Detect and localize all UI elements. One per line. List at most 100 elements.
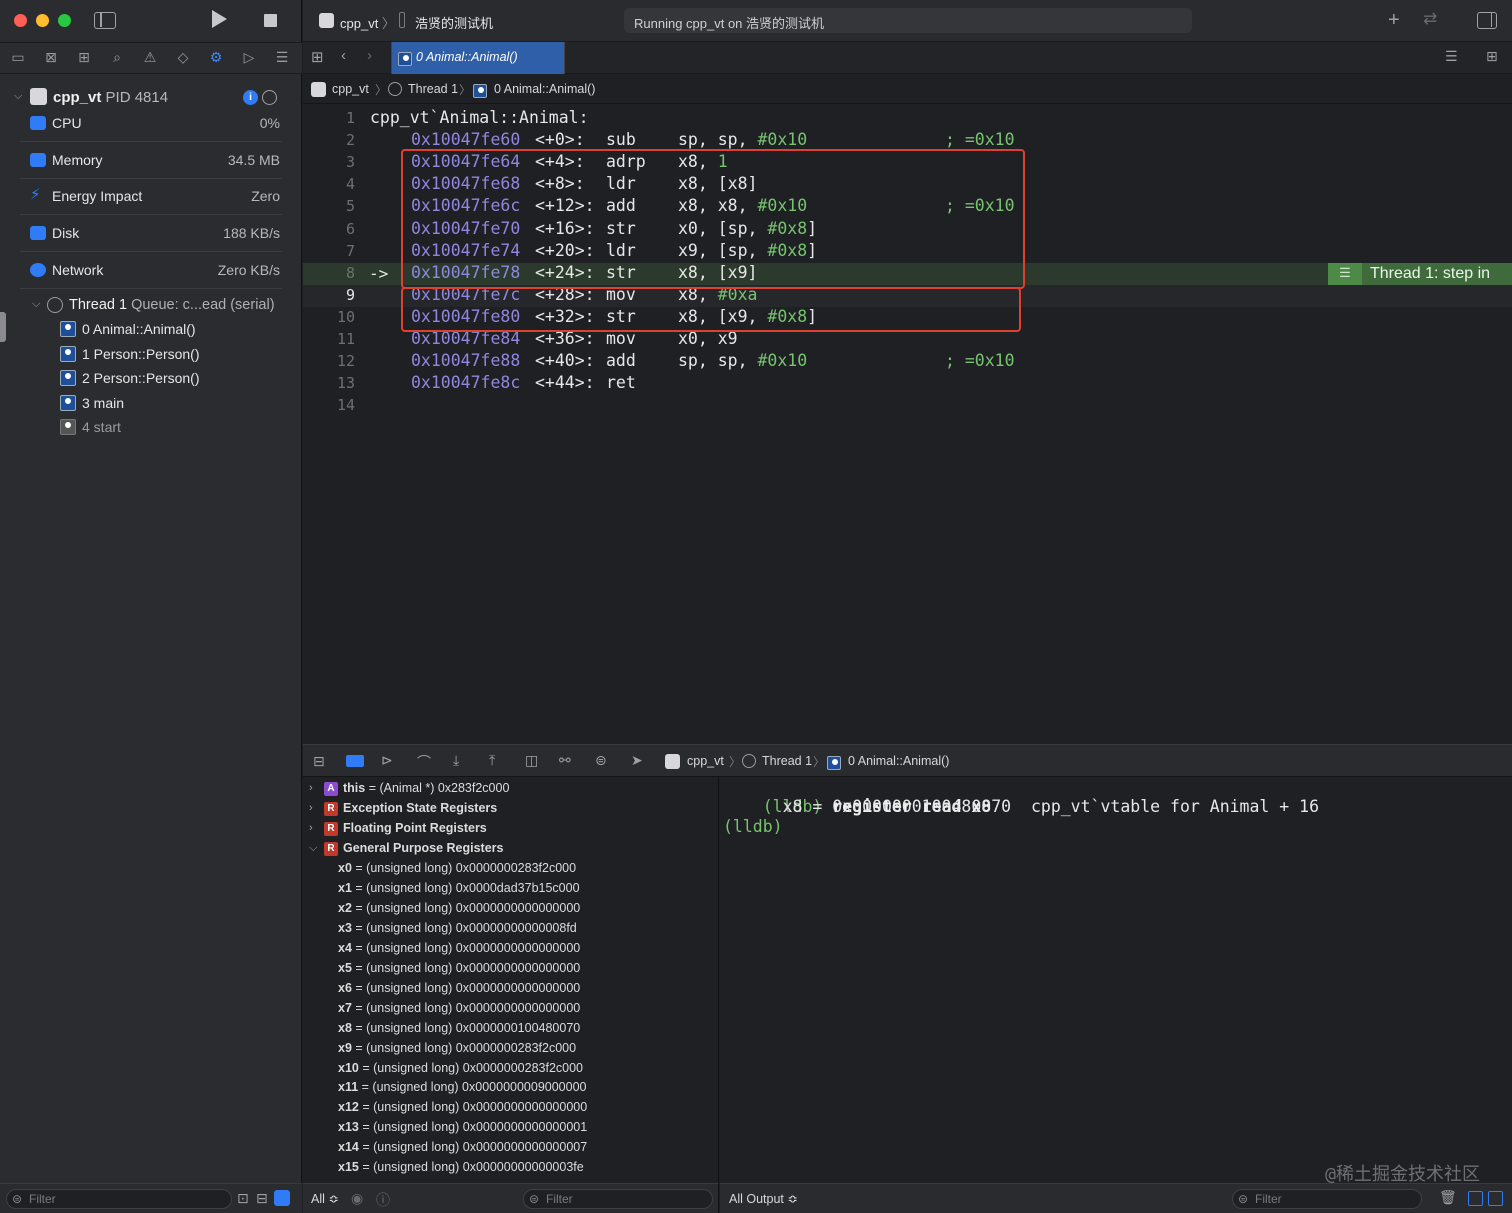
sidebar-filter-input[interactable]: ⊜ Filter [6, 1189, 232, 1209]
thread-step-badge[interactable]: ☰ Thread 1: step in [1328, 263, 1512, 285]
info-icon[interactable]: ⓘ [376, 1190, 390, 1210]
line-number[interactable]: 9 [303, 284, 355, 306]
register-row[interactable]: x14 = (unsigned long) 0x0000000000000007 [303, 1137, 719, 1157]
step-over-icon[interactable]: ⌒ [417, 752, 431, 772]
scheme-selector[interactable]: cpp_vt 〉 [340, 13, 395, 32]
breakpoint-icon[interactable]: ▷ [239, 49, 259, 66]
register-row[interactable]: x1 = (unsigned long) 0x0000dad37b15c000 [303, 878, 719, 898]
jump-item-project[interactable]: cpp_vt [332, 82, 369, 96]
register-row[interactable]: x15 = (unsigned long) 0x00000000000003fe [303, 1157, 719, 1177]
disclosure-open-icon[interactable]: ⌵ [14, 90, 22, 103]
tab-animal-animal[interactable]: 0 Animal::Animal() [391, 42, 565, 74]
report-icon[interactable]: ☰ [272, 49, 292, 66]
register-row[interactable]: x4 = (unsigned long) 0x0000000000000000 [303, 938, 719, 958]
interesting-frames-icon[interactable]: ⊟ [256, 1190, 268, 1207]
line-number[interactable]: 6 [303, 218, 355, 240]
stack-frame-row[interactable]: 2 Person::Person() [60, 370, 200, 394]
line-number[interactable]: 4 [303, 173, 355, 195]
line-number[interactable]: 3 [303, 151, 355, 173]
code-line[interactable]: 12 0x10047fe88 <+40>: add sp, sp, #0x10 ; =0x… [303, 350, 1512, 372]
search-icon[interactable]: ⌕ [107, 49, 127, 66]
variables-scope-selector[interactable]: All ≎ [311, 1191, 339, 1206]
gauge-disk[interactable]: Disk 188 KB/s [20, 216, 282, 253]
split-editor-icon[interactable]: ⊞ [1486, 48, 1498, 65]
symbol-icon[interactable]: ⊞ [74, 49, 94, 66]
register-row[interactable]: x0 = (unsigned long) 0x0000000283f2c000 [303, 858, 719, 878]
continue-icon[interactable]: ⊳ [381, 752, 393, 769]
run-icon[interactable] [212, 10, 227, 28]
environment-overrides-icon[interactable]: ⊜ [595, 752, 607, 769]
breakpoints-toggle-icon[interactable] [346, 755, 364, 767]
disclosure-closed-icon[interactable]: › [309, 778, 313, 798]
close-window-button[interactable] [14, 14, 27, 27]
stop-icon[interactable] [264, 14, 277, 27]
debug-navigator-icon[interactable]: ⚙ [206, 49, 226, 66]
forward-icon[interactable]: › [367, 47, 372, 64]
variables-filter-input[interactable]: ⊜ Filter [523, 1189, 713, 1209]
thread-row[interactable]: Thread 1 Queue: c...ead (serial) [69, 297, 275, 313]
minimize-window-button[interactable] [36, 14, 49, 27]
register-row[interactable]: x9 = (unsigned long) 0x0000000283f2c000 [303, 1038, 719, 1058]
swap-icon[interactable]: ⇄ [1423, 9, 1437, 29]
line-number[interactable]: 13 [303, 372, 355, 394]
back-icon[interactable]: ‹ [341, 47, 346, 64]
console-filter-input[interactable]: ⊜ Filter [1232, 1189, 1422, 1209]
register-row[interactable]: x2 = (unsigned long) 0x0000000000000000 [303, 898, 719, 918]
code-line[interactable]: 14 [303, 394, 1512, 416]
editor-options-icon[interactable]: ☰ [1445, 48, 1458, 65]
quick-look-icon[interactable]: ◉ [351, 1190, 363, 1207]
line-number[interactable]: 10 [303, 306, 355, 328]
register-row[interactable]: x10 = (unsigned long) 0x0000000283f2c000 [303, 1058, 719, 1078]
line-number[interactable]: 1 [303, 107, 355, 129]
debug-jump-thread[interactable]: Thread 1 [762, 754, 812, 768]
stack-frame-row[interactable]: 0 Animal::Animal() [60, 321, 196, 345]
line-number[interactable]: 5 [303, 195, 355, 217]
line-number[interactable]: 12 [303, 350, 355, 372]
code-line[interactable]: 13 0x10047fe8c <+44>: ret [303, 372, 1512, 394]
user-frames-icon[interactable] [274, 1190, 290, 1206]
hide-debug-area-icon[interactable]: ⊟ [313, 753, 325, 770]
trash-icon[interactable]: 🗑 [1439, 1189, 1457, 1206]
variable-row[interactable]: › Athis = (Animal *) 0x283f2c000 [303, 778, 719, 798]
code-line[interactable]: 1 cpp_vt`Animal::Animal: [303, 107, 1512, 129]
source-control-icon[interactable]: ⊠ [41, 49, 61, 66]
jump-item-thread[interactable]: Thread 1 [408, 82, 458, 96]
disclosure-closed-icon[interactable]: › [309, 798, 313, 818]
step-into-icon[interactable]: ⤓ [453, 752, 459, 769]
test-icon[interactable]: ◇ [173, 49, 193, 66]
view-hierarchy-icon[interactable]: ◫ [525, 752, 538, 769]
show-variables-icon[interactable] [1468, 1191, 1483, 1206]
gauge-cpu[interactable]: CPU 0% [20, 106, 282, 142]
add-icon[interactable]: + [1388, 9, 1400, 32]
stack-frame-row[interactable]: 3 main [60, 394, 124, 419]
thread-disclosure-icon[interactable]: ⌵ [32, 298, 40, 311]
gauge-memory[interactable]: Memory 34.5 MB [20, 143, 282, 179]
simulate-location-icon[interactable]: ➤ [631, 752, 643, 769]
info-icon[interactable]: i [243, 90, 258, 105]
toggle-inspector-icon[interactable] [1477, 12, 1497, 29]
memory-graph-icon[interactable]: ⚯ [559, 752, 571, 769]
register-row[interactable]: x3 = (unsigned long) 0x00000000000008fd [303, 918, 719, 938]
zoom-window-button[interactable] [58, 14, 71, 27]
stack-frame-row[interactable]: 1 Person::Person() [60, 345, 200, 370]
variable-row[interactable]: › R Exception State Registers [303, 798, 719, 818]
show-console-icon[interactable] [1488, 1191, 1503, 1206]
disclosure-closed-icon[interactable]: › [309, 818, 313, 838]
register-row[interactable]: x7 = (unsigned long) 0x0000000000000000 [303, 998, 719, 1018]
disassembly-editor[interactable]: 1 cpp_vt`Animal::Animal: 2 0x10047fe60 <+0>:… [303, 104, 1512, 744]
disclosure-open-icon[interactable]: ⌵ [309, 838, 317, 858]
stack-frame-row[interactable]: 4 start [60, 419, 121, 443]
register-row[interactable]: x5 = (unsigned long) 0x0000000000000000 [303, 958, 719, 978]
toggle-navigator-icon[interactable] [94, 12, 116, 29]
process-row[interactable]: cpp_vt PID 4814 [53, 89, 168, 106]
line-number[interactable]: 11 [303, 328, 355, 350]
crashed-threads-icon[interactable]: ⊡ [237, 1190, 249, 1207]
line-number[interactable]: 7 [303, 240, 355, 262]
issue-icon[interactable]: ⚠ [140, 49, 160, 66]
register-row[interactable]: x13 = (unsigned long) 0x0000000000000001 [303, 1117, 719, 1137]
variable-row[interactable]: › R Floating Point Registers [303, 818, 719, 838]
jump-item-frame[interactable]: 0 Animal::Animal() [494, 82, 595, 96]
line-number[interactable]: 2 [303, 129, 355, 151]
line-number[interactable]: 14 [303, 394, 355, 416]
folder-icon[interactable]: ▭ [8, 49, 28, 66]
